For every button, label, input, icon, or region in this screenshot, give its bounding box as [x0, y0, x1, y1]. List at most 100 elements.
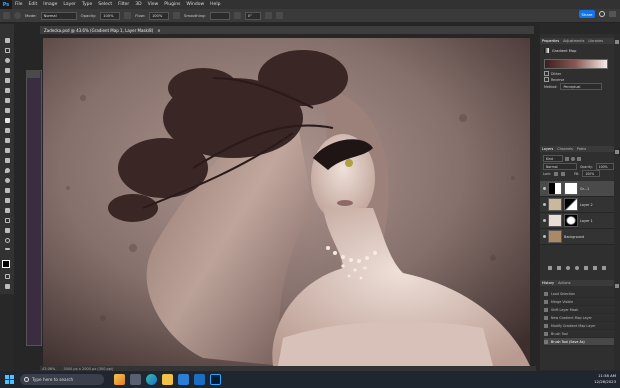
fill-field[interactable]: 100%: [582, 170, 601, 177]
eraser-tool-icon[interactable]: [3, 148, 11, 154]
history-brush-tool-icon[interactable]: [3, 138, 11, 144]
clone-stamp-tool-icon[interactable]: [3, 128, 11, 134]
add-mask-icon[interactable]: [566, 266, 570, 270]
store-icon[interactable]: [178, 374, 189, 385]
zoom-level[interactable]: 43.06%: [42, 367, 55, 371]
dodge-tool-icon[interactable]: [3, 178, 11, 184]
brush-preset-icon[interactable]: [14, 12, 21, 19]
layer-name[interactable]: Layer 1: [580, 219, 593, 223]
healing-brush-tool-icon[interactable]: [3, 108, 11, 114]
type-tool-icon[interactable]: [3, 198, 11, 204]
history-item-selected[interactable]: Brush Tool (Save As): [544, 338, 614, 346]
layer-style-icon[interactable]: [557, 266, 561, 270]
layer-name[interactable]: Layer 2: [580, 203, 593, 207]
tab-properties[interactable]: Properties: [542, 39, 559, 43]
flow-field[interactable]: 100%: [148, 11, 169, 20]
layer-mask-thumbnail[interactable]: [564, 214, 578, 227]
zoom-tool-icon[interactable]: [3, 238, 11, 244]
history-item[interactable]: Brush Tool: [544, 330, 614, 338]
photoshop-taskbar-icon[interactable]: [210, 374, 221, 385]
symmetry-icon[interactable]: [275, 12, 283, 19]
brush-tool-icon[interactable]: [3, 118, 11, 124]
layer-mask-thumbnail[interactable]: [564, 182, 578, 195]
layer-name[interactable]: Gr...1: [580, 187, 589, 191]
task-view-icon[interactable]: [130, 374, 141, 385]
menu-filter[interactable]: Filter: [115, 2, 132, 7]
move-tool-icon[interactable]: [3, 38, 11, 44]
menu-3d[interactable]: 3D: [132, 2, 144, 7]
path-selection-tool-icon[interactable]: [3, 208, 11, 214]
close-icon[interactable]: ×: [157, 28, 160, 33]
foreground-color-swatch[interactable]: [2, 260, 10, 268]
layer-row-background[interactable]: Background: [540, 229, 614, 245]
adjustments-panel-icon[interactable]: [615, 40, 619, 44]
pen-tool-icon[interactable]: [3, 188, 11, 194]
document-tab[interactable]: Zadecka.psd @ 43.6% (Gradient Map 1, Lay…: [40, 28, 165, 33]
filter-type-icon[interactable]: [577, 156, 581, 161]
new-layer-icon[interactable]: [593, 266, 597, 270]
background-document-window[interactable]: [26, 70, 42, 346]
visibility-eye-icon[interactable]: [543, 187, 546, 190]
rectangle-tool-icon[interactable]: [3, 218, 11, 224]
tab-layers[interactable]: Layers: [542, 147, 553, 151]
marquee-tool-icon[interactable]: [3, 48, 11, 54]
history-item[interactable]: Merge Visible: [544, 298, 614, 306]
layer-kind-select[interactable]: Kind: [543, 155, 563, 162]
lock-position-icon[interactable]: [561, 171, 566, 176]
history-item[interactable]: Modify Gradient Map Layer: [544, 322, 614, 330]
smoothing-field[interactable]: [209, 11, 230, 20]
layer-row-gradient-map[interactable]: Gr...1: [540, 181, 614, 197]
reverse-checkbox[interactable]: [544, 77, 549, 82]
menu-layer[interactable]: Layer: [60, 2, 79, 7]
tab-history[interactable]: History: [542, 281, 554, 285]
lasso-tool-icon[interactable]: [3, 58, 11, 64]
dither-checkbox[interactable]: [544, 71, 549, 76]
eyedropper-tool-icon[interactable]: [3, 98, 11, 104]
file-explorer-icon[interactable]: [162, 374, 173, 385]
gradient-preview[interactable]: [544, 59, 608, 69]
menu-edit[interactable]: Edit: [26, 2, 41, 7]
menu-help[interactable]: Help: [207, 2, 223, 7]
crop-tool-icon[interactable]: [3, 78, 11, 84]
visibility-eye-icon[interactable]: [543, 235, 546, 238]
workspace-icon[interactable]: [609, 11, 616, 17]
document-info[interactable]: 3000 px x 2000 px (300 ppi): [63, 367, 113, 371]
angle-field[interactable]: 0°: [244, 11, 261, 20]
tab-paths[interactable]: Paths: [577, 147, 586, 151]
visibility-eye-icon[interactable]: [543, 203, 546, 206]
menu-plugins[interactable]: Plugins: [161, 2, 183, 7]
smoothing-options-icon[interactable]: [233, 12, 241, 19]
blend-mode-select[interactable]: Normal: [543, 163, 577, 170]
home-icon[interactable]: [3, 12, 10, 19]
tab-libraries[interactable]: Libraries: [588, 39, 603, 43]
edge-icon[interactable]: [146, 374, 157, 385]
layer-row-layer-2[interactable]: Layer 2: [540, 197, 614, 213]
link-layers-icon[interactable]: [548, 266, 552, 270]
more-tools-icon[interactable]: [3, 248, 11, 254]
windows-start-icon[interactable]: [5, 375, 14, 384]
background-document-tab[interactable]: [26, 70, 40, 78]
quick-select-tool-icon[interactable]: [3, 68, 11, 74]
mode-select[interactable]: Normal: [40, 11, 77, 20]
layers-panel-icon[interactable]: [615, 150, 619, 154]
menu-window[interactable]: Window: [183, 2, 207, 7]
delete-layer-icon[interactable]: [602, 266, 606, 270]
history-panel-icon[interactable]: [615, 284, 619, 288]
lock-icon[interactable]: [554, 171, 559, 176]
gradient-tool-icon[interactable]: [3, 158, 11, 164]
layer-name[interactable]: Background: [564, 235, 584, 239]
layer-row-layer-1[interactable]: Layer 1: [540, 213, 614, 229]
widgets-icon[interactable]: [114, 374, 125, 385]
filter-adjustment-icon[interactable]: [571, 156, 575, 161]
new-group-icon[interactable]: [584, 266, 588, 270]
history-item[interactable]: Shift Layer Mask: [544, 306, 614, 314]
blur-tool-icon[interactable]: [3, 168, 11, 174]
filter-pixel-icon[interactable]: [565, 156, 569, 161]
system-clock[interactable]: 11:58 AM 12/26/2023: [594, 373, 616, 385]
visibility-eye-icon[interactable]: [543, 219, 546, 222]
frame-tool-icon[interactable]: [3, 88, 11, 94]
mail-icon[interactable]: [194, 374, 205, 385]
layer-opacity-field[interactable]: 100%: [595, 163, 614, 170]
search-icon[interactable]: [599, 11, 605, 17]
menu-file[interactable]: File: [12, 2, 26, 7]
